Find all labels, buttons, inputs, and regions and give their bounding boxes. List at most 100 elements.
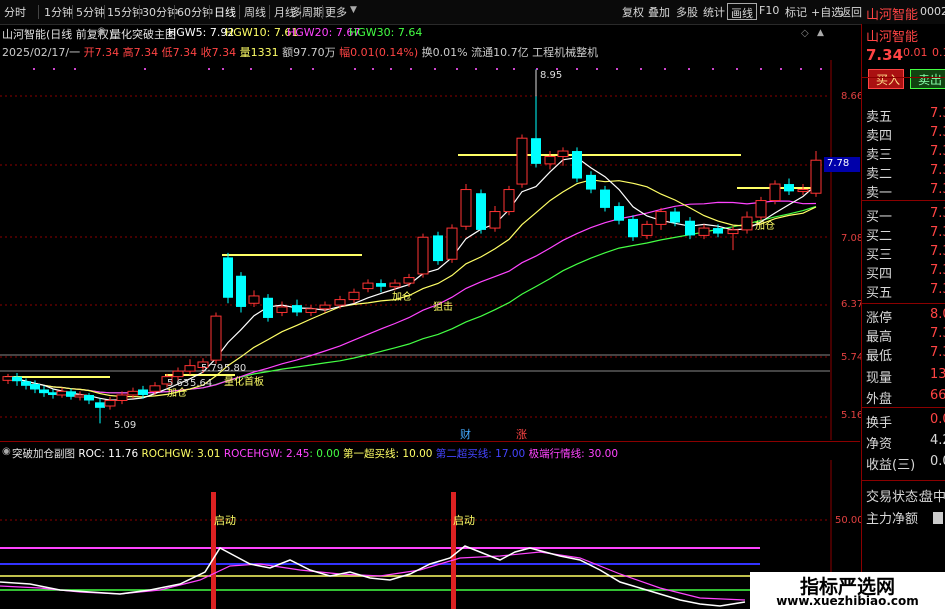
top-marker [780, 68, 782, 70]
candle-body [292, 305, 302, 313]
tab-5min[interactable]: 5分钟 [76, 4, 105, 20]
sell-level: 卖四 [866, 129, 893, 144]
info-line: 2025/02/17/一 开7.34 高7.34 低7.34 收7.34 量13… [2, 44, 598, 60]
tongji-button[interactable]: 统计 [700, 3, 728, 20]
top-marker [354, 68, 356, 70]
top-marker [290, 68, 292, 70]
top-marker [640, 68, 642, 70]
chevron-up-icon[interactable]: ▲ [817, 28, 824, 38]
tab-weekly[interactable]: 周线 [244, 4, 266, 20]
net-flow-label: 主力净额 [866, 512, 919, 527]
annotation-add-1: 加仓 [167, 386, 187, 399]
candle-body [784, 184, 794, 192]
buy-level: 买五 [866, 286, 893, 301]
tab-1min[interactable]: 1分钟 [44, 4, 73, 20]
f10-button[interactable]: F10 [756, 3, 782, 20]
tab-15min[interactable]: 15分钟 [107, 4, 143, 20]
annotation-579: 5.79 [201, 363, 223, 374]
price-axis-label: 5.16 [841, 410, 864, 421]
quote-panel: 山河智能 7.34 0.01 0.1 买入 卖出 卖五 7.3 卖四 7.3 卖… [861, 24, 945, 609]
candle-body [600, 189, 610, 208]
candle-body [713, 228, 723, 234]
back-button[interactable]: 返回 [837, 3, 865, 20]
candle-body [476, 193, 486, 230]
biaoji-button[interactable]: 标记 [782, 3, 810, 20]
indicator-name[interactable]: 量化突破主图 [110, 26, 176, 42]
diamond-icon[interactable]: ◇ [801, 28, 809, 39]
top-marker [312, 68, 314, 70]
diejia-button[interactable]: 叠加 [645, 3, 673, 20]
tab-daily[interactable]: 日线 [214, 4, 236, 20]
candle-body [544, 156, 556, 165]
fuquan-button[interactable]: 复权 [619, 3, 647, 20]
candle-body [127, 390, 139, 396]
candle-body [305, 308, 317, 313]
candle-body [21, 381, 31, 386]
candle-body [56, 390, 68, 396]
signal-label: 启动 [453, 514, 475, 527]
candle-body [446, 227, 458, 260]
tab-multiperiod[interactable]: 多周期 [291, 4, 324, 20]
sub-chart[interactable]: 启动 启动 [0, 460, 860, 609]
kline-chart[interactable]: 8.95 5.09 5.79 5.80 5.63 5.64 量化首板 加仓 加仓… [0, 60, 860, 440]
annotation-add-3: 加仓 [755, 219, 775, 232]
candle-body [670, 211, 680, 223]
candle-body [685, 220, 695, 236]
top-marker [712, 68, 714, 70]
top-marker [800, 68, 802, 70]
candle-body [797, 189, 809, 193]
candle-body [2, 376, 14, 381]
candle-body [95, 402, 105, 408]
candle-body [184, 365, 196, 372]
candle-body [755, 200, 767, 218]
signal-bar [451, 492, 456, 609]
top-marker [513, 68, 515, 70]
buy-level: 买四 [866, 267, 893, 282]
sub-indicator-name[interactable]: 突破加仓副图 [12, 448, 75, 460]
top-marker [33, 68, 35, 70]
settings-icon[interactable]: ◉ [97, 26, 106, 37]
sell-button-label: 卖出 [918, 73, 943, 87]
top-marker [760, 68, 762, 70]
stat-label: 收益(三) [866, 458, 916, 473]
candle-body [389, 282, 401, 288]
candle-body [223, 257, 233, 298]
top-marker [250, 68, 252, 70]
top-marker [576, 68, 578, 70]
info-amount: 额97.70万 [282, 46, 336, 59]
price-axis-label: 6.37 [841, 299, 864, 310]
buy-level: 买一 [866, 210, 893, 225]
sell-level: 卖二 [866, 167, 893, 182]
stat-value: 13 [930, 367, 945, 382]
info-volume: 量1331 [239, 46, 279, 59]
annotation-low: 5.09 [114, 420, 136, 431]
sub-roc: ROC: 11.76 [78, 448, 139, 460]
chevron-down-icon[interactable]: ▼ [350, 5, 357, 15]
sell-price: 7.3 [930, 106, 945, 121]
price-grid [0, 95, 830, 418]
candle-body [30, 383, 40, 390]
top-marker [496, 68, 498, 70]
tab-30min[interactable]: 30分钟 [142, 4, 178, 20]
candle-body [276, 306, 288, 313]
info-turnover: 换0.01% [421, 46, 468, 59]
signal-bar [211, 492, 216, 609]
stock-name-tab[interactable]: 山河智能 [866, 4, 918, 23]
buy-price: 7.3 [930, 244, 945, 259]
stat-label: 净资 [866, 437, 893, 452]
sell-level: 卖三 [866, 148, 893, 163]
info-sector: 工程机械整机 [532, 46, 599, 59]
huaxian-button[interactable]: 画线 [727, 3, 757, 20]
trade-status-label: 交易状态: [866, 490, 923, 505]
top-marker [434, 68, 436, 70]
stat-value: 7.3 [930, 326, 945, 341]
watermark: 指标严选网 www.xuezhibiao.com [750, 572, 945, 609]
top-marker [664, 68, 666, 70]
candle-body [362, 282, 374, 290]
tab-more[interactable]: 更多 [325, 4, 347, 20]
candle-body [319, 304, 331, 310]
tab-60min[interactable]: 60分钟 [177, 4, 213, 20]
tab-fenshi[interactable]: 分时 [4, 4, 26, 20]
duogu-button[interactable]: 多股 [673, 3, 701, 20]
settings-icon[interactable]: ◉ [2, 446, 11, 457]
